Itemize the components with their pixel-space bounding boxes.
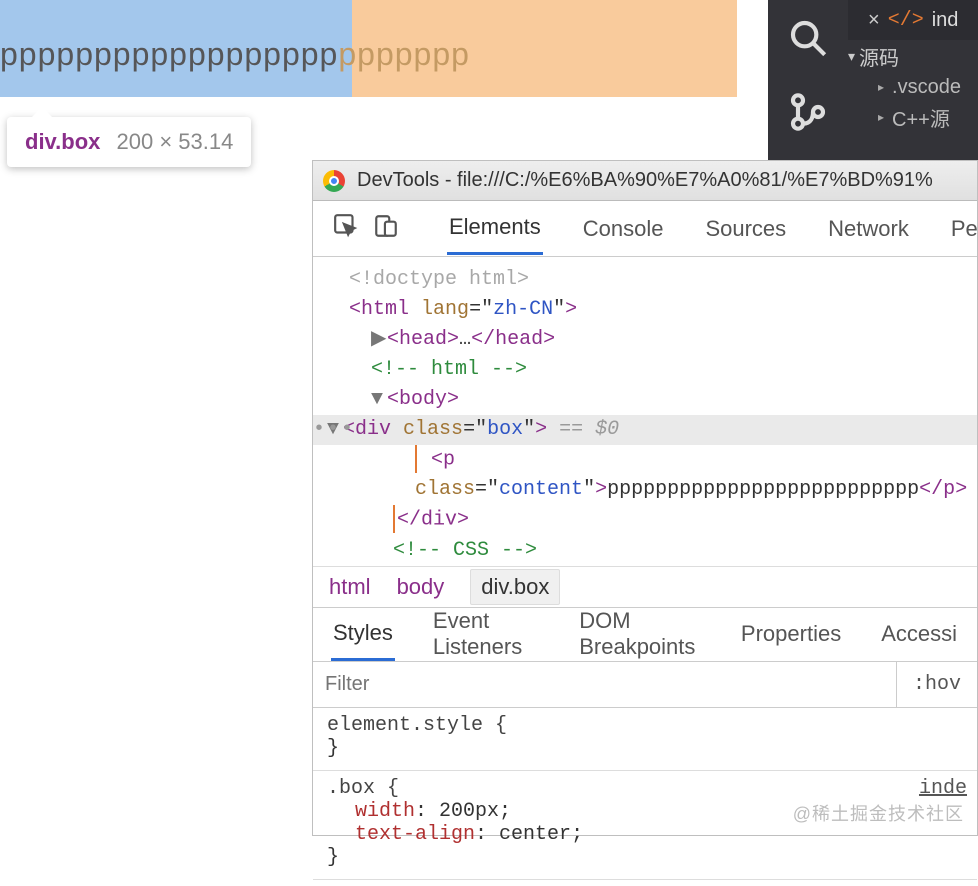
paragraph-in-box: pppppppppppppppppp [0, 36, 338, 72]
rendered-page: ppppppppppppppppppppppppp [0, 0, 768, 97]
chevron-down-icon: ▾ [848, 48, 855, 65]
css-prop-value[interactable]: center [499, 823, 571, 846]
subtab-properties[interactable]: Properties [739, 609, 843, 659]
css-prop-name[interactable]: text-align [355, 823, 475, 846]
chrome-icon [323, 170, 345, 192]
source-control-icon[interactable] [788, 92, 828, 138]
devtools-window: DevTools - file:///C:/%E6%BA%90%E7%A0%81… [312, 160, 978, 836]
devtools-titlebar[interactable]: DevTools - file:///C:/%E6%BA%90%E7%A0%81… [313, 161, 977, 201]
rule-source-link[interactable]: inde [919, 777, 967, 800]
rule-close: } [327, 737, 963, 760]
element-inspector-tooltip: div.box 200 × 53.14 [7, 117, 251, 167]
dom-div-close[interactable]: </div> [327, 505, 963, 535]
css-prop-value[interactable]: 200px [439, 800, 499, 823]
tab-console[interactable]: Console [581, 204, 666, 254]
tab-elements[interactable]: Elements [447, 202, 543, 255]
paragraph-text: ppppppppppppppppppppppppp [0, 36, 470, 73]
style-rule-element[interactable]: element.style { } [313, 708, 977, 771]
styles-pane[interactable]: element.style { } inde .box { width: 200… [313, 708, 977, 880]
paragraph-overflow: ppppppp [338, 36, 470, 72]
editor-section-label: 源码 [859, 42, 899, 71]
search-icon[interactable] [788, 18, 828, 64]
dom-comment[interactable]: <!-- CSS --> [327, 536, 963, 566]
chevron-right-icon: ▸ [878, 80, 884, 94]
tab-sources[interactable]: Sources [703, 204, 788, 254]
tab-network[interactable]: Network [826, 204, 911, 254]
hov-toggle[interactable]: :hov [897, 673, 977, 696]
device-toolbar-icon[interactable] [373, 213, 399, 245]
dom-selected-div[interactable]: •••▼<div class="box"> == $0 [313, 415, 977, 445]
css-prop-name[interactable]: width [355, 800, 415, 823]
inspect-element-icon[interactable] [333, 213, 359, 245]
tooltip-dimensions: 200 × 53.14 [117, 129, 234, 154]
dom-body-open[interactable]: ▼<body> [327, 385, 963, 415]
dom-html-open[interactable]: <html lang="zh-CN"> [327, 295, 963, 325]
rule-close: } [327, 846, 963, 869]
editor-sidebar: × </> ind ▾ 源码 ▸ .vscode ▸ C++源 [768, 0, 978, 160]
rule-selector: .box { [327, 777, 963, 800]
style-rule-box[interactable]: inde .box { width: 200px; text-align: ce… [313, 771, 977, 880]
dom-comment[interactable]: <!-- html --> [327, 355, 963, 385]
editor-tree-label: .vscode [892, 76, 961, 99]
breadcrumb-item[interactable]: html [329, 574, 371, 600]
tooltip-tag: div [25, 129, 55, 154]
styles-filter-row: :hov [313, 662, 977, 708]
tooltip-class: .box [55, 129, 100, 154]
chevron-right-icon: ▸ [878, 110, 884, 124]
html-file-icon: </> [888, 9, 924, 32]
styles-tabbar: Styles Event Listeners DOM Breakpoints P… [313, 608, 977, 662]
tab-performance[interactable]: Perfo [949, 204, 978, 254]
editor-tree-label: C++源 [892, 103, 950, 132]
elements-dom-tree[interactable]: <!doctype html> <html lang="zh-CN"> ▶<he… [313, 257, 977, 566]
editor-tab-label[interactable]: ind [932, 9, 959, 32]
devtools-title: DevTools - file:///C:/%E6%BA%90%E7%A0%81… [357, 169, 933, 192]
subtab-accessibility[interactable]: Accessi [879, 609, 959, 659]
devtools-tabbar: Elements Console Sources Network Perfo [313, 201, 977, 257]
close-icon[interactable]: × [868, 9, 880, 32]
editor-activity-bar [768, 0, 848, 160]
dom-doctype[interactable]: <!doctype html> [327, 265, 963, 295]
dom-p-content[interactable]: <p class="content">ppppppppppppppppppppp… [327, 445, 963, 505]
dom-head[interactable]: ▶<head>…</head> [327, 325, 963, 355]
rule-selector: element.style { [327, 714, 963, 737]
subtab-styles[interactable]: Styles [331, 608, 395, 661]
styles-filter-input[interactable] [313, 662, 897, 707]
